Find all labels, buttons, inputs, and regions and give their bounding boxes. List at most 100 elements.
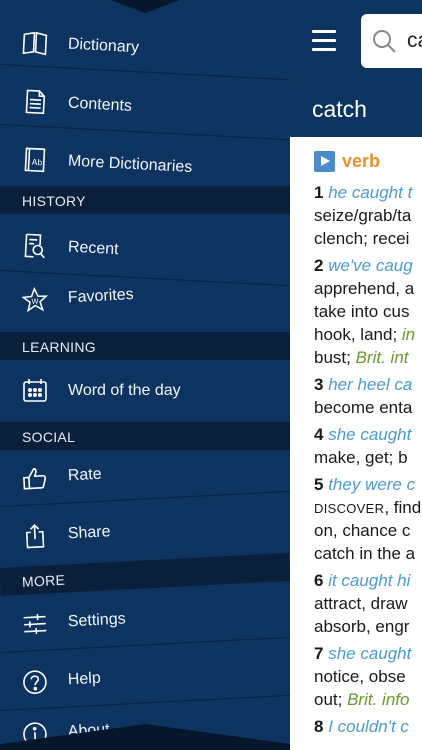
menu-item-label: Contents: [67, 94, 133, 115]
dictionary-ab-icon: Ab: [24, 147, 46, 173]
synonym-text[interactable]: clench; recei: [314, 229, 409, 248]
synonym-text[interactable]: , find: [384, 498, 421, 517]
synonym-text[interactable]: hook, land;: [314, 325, 402, 344]
star-icon: W: [21, 286, 49, 313]
menu-item-label: Recent: [67, 238, 120, 259]
main-header: ca catch: [290, 0, 422, 137]
menu-item-label: Dictionary: [67, 35, 140, 57]
sense-8: 8 I couldn't c: [314, 715, 422, 738]
menu-item-label: Share: [67, 523, 111, 543]
synonym-text[interactable]: bust;: [314, 348, 356, 367]
sense-number: 5: [314, 475, 329, 494]
sense-line: absorb, engr: [314, 615, 422, 638]
menu-item-label: Settings: [67, 610, 127, 631]
menu-item-label: Favorites: [67, 286, 135, 307]
register-label: Brit. int: [355, 348, 409, 367]
svg-text:W: W: [31, 297, 38, 305]
svg-text:Ab: Ab: [32, 158, 43, 168]
synonym-text[interactable]: catch in the a: [314, 544, 415, 563]
part-of-speech: verb: [342, 151, 381, 171]
menu-item-dictionary[interactable]: Dictionary: [0, 18, 290, 81]
menu-item-share[interactable]: Share: [0, 497, 290, 564]
sense-line: catch in the a: [314, 542, 422, 565]
synonym-text[interactable]: out;: [314, 690, 347, 709]
entry-content: verb 1 he caught t seize/grab/ta clench; r…: [290, 137, 422, 750]
sense-line: on, chance c: [314, 519, 422, 542]
sense-number: 2: [314, 256, 329, 275]
menu-section-history: HISTORY: [0, 186, 290, 214]
menu-item-word-of-the-day[interactable]: Word of the day: [0, 364, 290, 418]
section-title: SOCIAL: [22, 429, 76, 445]
synonym-text[interactable]: absorb, engr: [314, 617, 409, 636]
section-title: HISTORY: [22, 193, 86, 209]
sense-line: make, get; b: [314, 446, 422, 469]
sliders-icon: [23, 613, 47, 635]
synonym-text[interactable]: make, get; b: [314, 448, 408, 467]
menu-item-label: Rate: [67, 465, 103, 485]
sense-6: 6 it caught hi: [314, 569, 422, 592]
search-input[interactable]: ca: [361, 14, 422, 68]
synonym-text[interactable]: take into cus: [314, 302, 409, 321]
sense-line: DISCOVER, find: [314, 496, 422, 520]
example-text: she caught: [328, 644, 412, 663]
sense-1: 1 he caught t: [314, 181, 422, 204]
menu-section-learning: LEARNING: [0, 332, 290, 360]
register-label: Brit. info: [347, 690, 410, 709]
sense-line: out; Brit. info: [314, 688, 422, 711]
help-icon: [23, 670, 47, 694]
sense-7: 7 she caught: [314, 642, 422, 665]
sense-3: 3 her heel ca: [314, 373, 422, 396]
synonym-text[interactable]: become enta: [314, 398, 412, 417]
sense-line: hook, land; in: [314, 323, 422, 346]
side-menu: Dictionary Contents Ab More Dictionaries…: [0, 0, 290, 750]
sense-line: notice, obse: [314, 665, 422, 688]
synonym-text[interactable]: seize/grab/ta: [314, 206, 411, 225]
book-icon: [22, 31, 48, 56]
share-icon: [25, 524, 45, 549]
menu-item-label: More Dictionaries: [67, 152, 193, 177]
sense-2: 2 we've caug: [314, 254, 422, 277]
recent-search-icon: [24, 233, 45, 259]
play-audio-icon[interactable]: [314, 151, 335, 172]
synonym-text[interactable]: on, chance c: [314, 521, 410, 540]
sense-line: apprehend, a: [314, 277, 422, 300]
example-text: they were c: [328, 475, 416, 494]
menu-item-label: Help: [67, 669, 102, 689]
example-text: we've caug: [328, 256, 413, 275]
sense-line: seize/grab/ta: [314, 204, 422, 227]
synonym-text[interactable]: notice, obse: [314, 667, 406, 686]
register-label: in: [401, 325, 416, 344]
document-icon: [25, 89, 46, 115]
sense-number: 1: [314, 183, 329, 202]
menu-item-contents[interactable]: Contents: [0, 76, 290, 141]
section-title: MORE: [21, 571, 66, 590]
sense-line: take into cus: [314, 300, 422, 323]
sense-number: 7: [314, 644, 329, 663]
sense-line: become enta: [314, 396, 422, 419]
synonym-text[interactable]: attract, draw: [314, 594, 408, 613]
menu-fold-top: [0, 0, 290, 13]
menu-item-label: Word of the day: [68, 382, 181, 399]
thumbs-up-icon: [23, 468, 47, 490]
synonym-text[interactable]: apprehend, a: [314, 279, 414, 298]
sense-line: clench; recei: [314, 227, 422, 250]
sense-4: 4 she caught: [314, 423, 422, 446]
example-text: he caught t: [328, 183, 413, 202]
calendar-icon: [23, 379, 47, 402]
sense-number: 3: [314, 375, 329, 394]
sense-line: attract, draw: [314, 592, 422, 615]
search-icon: [373, 30, 396, 53]
sense-line: bust; Brit. int: [314, 346, 422, 369]
menu-fold-bottom: [0, 724, 290, 750]
section-title: LEARNING: [22, 339, 96, 355]
sense-5: 5 they were c: [314, 473, 422, 496]
example-text: it caught hi: [328, 571, 411, 590]
synonym-text: DISCOVER: [314, 501, 385, 516]
menu-item-settings[interactable]: Settings: [0, 584, 290, 653]
hamburger-menu-icon[interactable]: [312, 30, 338, 52]
entry-headword: catch: [312, 96, 367, 122]
example-text: her heel ca: [328, 375, 413, 394]
example-text: I couldn't c: [328, 717, 409, 736]
sense-number: 8: [314, 717, 329, 736]
sense-number: 4: [314, 425, 329, 444]
